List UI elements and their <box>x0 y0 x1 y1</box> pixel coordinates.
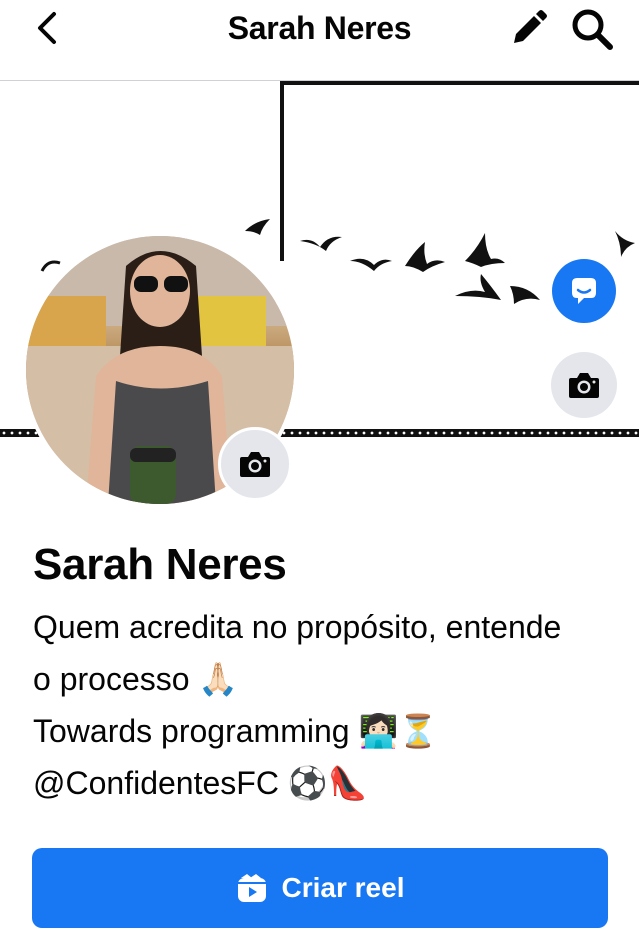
reel-icon <box>237 874 266 902</box>
profile-bio: Quem acredita no propósito, entende o pr… <box>33 601 613 809</box>
camera-icon <box>569 373 599 398</box>
pencil-icon[interactable] <box>506 7 550 51</box>
bio-line: o processo 🙏🏻 <box>33 661 239 697</box>
create-reel-label: Criar reel <box>281 872 405 903</box>
edit-profile-picture-button[interactable] <box>218 427 292 501</box>
search-icon[interactable] <box>568 5 616 53</box>
edit-cover-photo-button[interactable] <box>551 352 617 418</box>
bio-line[interactable]: @ConfidentesFC ⚽👠 <box>33 757 613 809</box>
camera-icon <box>240 452 270 477</box>
create-reel-button[interactable]: Criar reel <box>32 848 608 928</box>
chat-bubble-icon <box>572 278 596 304</box>
top-navigation-bar: Sarah Neres <box>0 0 639 81</box>
bio-line: Quem acredita no propósito, entende <box>33 609 562 645</box>
profile-name: Sarah Neres <box>33 540 287 589</box>
bio-line: Towards programming 👩🏻‍💻⏳ <box>33 713 439 749</box>
messenger-button[interactable] <box>552 259 616 323</box>
